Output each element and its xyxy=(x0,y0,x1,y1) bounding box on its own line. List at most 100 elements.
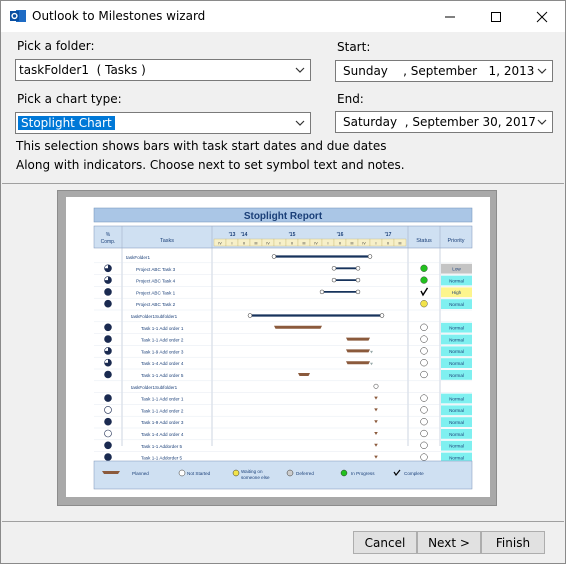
start-date-value: Sunday , September 1, 2013 xyxy=(343,64,535,78)
status-not-started-icon xyxy=(420,347,428,355)
planned-bar xyxy=(346,337,370,341)
priority-label: Normal xyxy=(449,337,464,342)
priority-label: Low xyxy=(452,267,461,272)
quarter-label: I xyxy=(376,242,377,246)
percent-fill xyxy=(104,441,112,449)
status-not-started-icon xyxy=(420,359,428,367)
planned-bar xyxy=(346,349,370,353)
task-name: Task 1-9 Add order 3 xyxy=(141,420,184,425)
year-label: '13 xyxy=(229,232,236,238)
priority-label: Normal xyxy=(449,349,464,354)
milestone-marker xyxy=(373,383,379,389)
status-in-progress-icon xyxy=(420,264,428,272)
folder-dropdown[interactable]: taskFolder1 ( Tasks ) xyxy=(15,59,311,81)
minimize-icon xyxy=(445,16,455,17)
quarter-label: II xyxy=(339,242,341,246)
gantt-end-marker xyxy=(355,289,361,295)
task-name: Task 1-4 Add order 4 xyxy=(141,432,184,437)
outlook-app-icon xyxy=(10,10,26,22)
chevron-down-icon xyxy=(295,120,305,126)
quarter-label: I xyxy=(280,242,281,246)
legend-planned: Planned xyxy=(132,471,149,476)
status-not-started-icon xyxy=(420,453,428,461)
priority-label: Normal xyxy=(449,373,464,378)
status-not-started-icon xyxy=(420,406,428,414)
description-line-1: This selection shows bars with task star… xyxy=(16,139,387,153)
year-label: '17 xyxy=(385,232,392,238)
year-label: '15 xyxy=(289,232,296,238)
start-label: Start: xyxy=(337,40,371,54)
task-name: taskFolder1Subfolder1 xyxy=(131,314,178,319)
close-button[interactable] xyxy=(519,1,565,32)
header-comp-1: % xyxy=(106,232,111,238)
percent-complete-icon xyxy=(104,429,112,438)
quarter-label: II xyxy=(243,242,245,246)
task-name: Project ABC Task 1 xyxy=(136,290,176,295)
priority-label: Normal xyxy=(449,444,464,449)
priority-label: Normal xyxy=(449,278,464,283)
quarter-label: III xyxy=(303,242,306,246)
priority-label: High xyxy=(452,290,462,295)
percent-fill xyxy=(104,453,112,461)
percent-fill xyxy=(104,335,112,343)
percent-fill xyxy=(104,323,112,331)
gantt-start-marker xyxy=(331,266,337,271)
quarter-label: II xyxy=(387,242,389,246)
percent-fill xyxy=(104,394,112,402)
maximize-button[interactable] xyxy=(473,1,519,32)
gantt-end-marker xyxy=(379,313,385,318)
folder-label: Pick a folder: xyxy=(17,39,95,53)
year-label: '16 xyxy=(337,232,344,238)
chart-type-dropdown[interactable]: Stoplight Chart xyxy=(15,112,311,134)
gantt-end-marker xyxy=(355,277,361,283)
header-comp-2: Comp. xyxy=(101,239,116,245)
minimize-button[interactable] xyxy=(427,1,473,32)
next-button[interactable]: Next > xyxy=(417,531,481,554)
priority-label: Normal xyxy=(449,432,464,437)
legend-waiting-icon xyxy=(232,469,240,477)
task-name: Task 1-1 Addorder 5 xyxy=(141,456,183,461)
quarter-label: I xyxy=(232,242,233,246)
task-name: Project ABC Task 4 xyxy=(136,279,176,284)
task-name: Task 1-1 Add order 1 xyxy=(141,326,184,331)
legend-deferred-icon xyxy=(286,469,294,477)
task-name: Task 1-1 Add order 2 xyxy=(141,338,184,343)
task-name: Task 1-1 Add order 2 xyxy=(141,408,184,413)
percent-fill xyxy=(104,300,112,308)
priority-label: Normal xyxy=(449,361,464,366)
status-waiting-icon xyxy=(420,300,428,308)
header-priority: Priority xyxy=(447,238,464,244)
gantt-end-marker xyxy=(367,254,373,259)
maximize-icon xyxy=(491,11,501,22)
gantt-end-marker xyxy=(355,266,361,271)
year-label: '14 xyxy=(241,232,248,238)
legend-in-progress: In Progress xyxy=(351,471,375,476)
chart-type-label: Pick a chart type: xyxy=(17,92,122,106)
status-not-started-icon xyxy=(420,441,428,449)
title-bar: Outlook to Milestones wizard xyxy=(1,1,565,32)
status-in-progress-icon xyxy=(420,276,428,284)
priority-label: Normal xyxy=(449,455,464,460)
priority-label: Normal xyxy=(449,408,464,413)
stoplight-preview-image: Stoplight Report%Comp. Tasks Status Priorit… xyxy=(66,197,490,497)
cancel-button[interactable]: Cancel xyxy=(353,531,417,554)
end-date-picker[interactable]: Saturday , September 30, 2017 xyxy=(335,111,553,133)
quarter-label: III xyxy=(399,242,402,246)
quarter-label: III xyxy=(351,242,354,246)
end-label: End: xyxy=(337,92,364,106)
legend-planned-icon xyxy=(102,471,120,474)
planned-bar xyxy=(346,361,370,365)
start-date-picker[interactable]: Sunday , September 1, 2013 xyxy=(335,60,553,82)
legend-deferred: Deferred xyxy=(296,471,314,476)
gantt-start-marker xyxy=(271,254,277,259)
report-title: Stoplight Report xyxy=(244,211,323,222)
priority-label: Normal xyxy=(449,326,464,331)
priority-label: Normal xyxy=(449,302,464,307)
gantt-start-marker xyxy=(331,277,337,283)
task-name: Task 1-9 Add order 3 xyxy=(141,349,184,354)
chevron-down-icon xyxy=(295,67,305,73)
task-name: Task 1-1 Add order 1 xyxy=(141,397,184,402)
chevron-down-icon xyxy=(537,119,547,125)
finish-button[interactable]: Finish xyxy=(481,531,545,554)
planned-bar xyxy=(298,373,310,376)
